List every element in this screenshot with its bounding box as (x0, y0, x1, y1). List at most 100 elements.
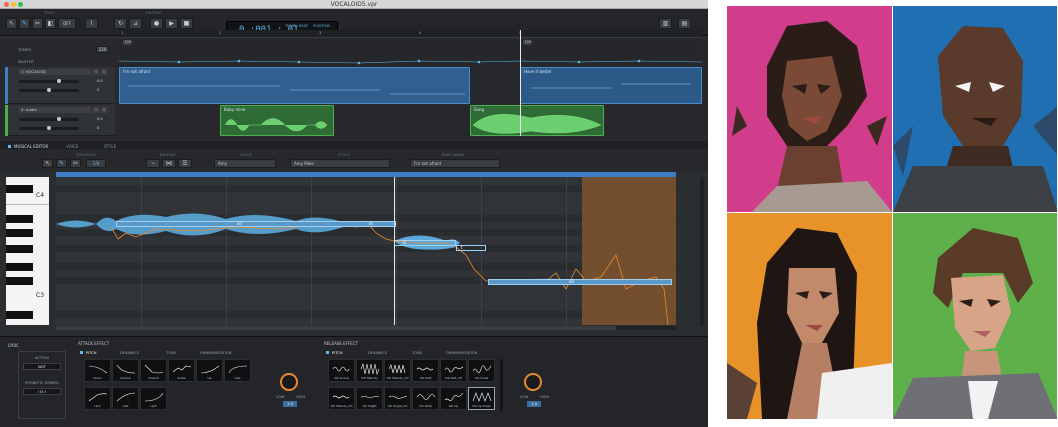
volume-slider-handle[interactable] (57, 79, 61, 83)
piano-keyboard[interactable]: C4 C3 (6, 177, 49, 325)
black-key[interactable] (6, 185, 33, 193)
audio-track-header[interactable]: 2: Audio M S 0.0 0 (5, 105, 115, 136)
record-button[interactable]: ● (150, 18, 163, 29)
attack-tab-ornamentation[interactable]: ORNAMENTATION (200, 351, 231, 355)
timeline-ruler[interactable]: 1 2 3 4 5 (119, 30, 702, 38)
pan-value[interactable]: 0 (97, 88, 99, 92)
black-key[interactable] (6, 277, 33, 285)
pan-value[interactable]: 0 (97, 126, 99, 130)
solo-button[interactable]: S (101, 69, 107, 75)
metronome-button[interactable]: ⊿ (129, 18, 142, 29)
track-name[interactable]: 2: Audio (19, 107, 91, 113)
solo-button[interactable]: S (101, 107, 107, 113)
loop-button[interactable]: ↻ (114, 18, 127, 29)
black-key[interactable] (6, 245, 33, 253)
release-depth-knob[interactable] (524, 373, 542, 391)
black-key[interactable] (6, 311, 33, 319)
attack-preset[interactable]: Down3 (140, 359, 167, 382)
tempo-track-value[interactable]: 120 (96, 46, 109, 53)
attack-preset[interactable]: Up5 (140, 387, 167, 410)
attack-preset[interactable]: Down (84, 359, 111, 382)
note[interactable]: all m (116, 221, 396, 227)
audio-track-lane[interactable] (119, 105, 702, 136)
release-preset[interactable]: Vib Scoop (328, 359, 355, 382)
release-preset[interactable]: Vib Slight_Ctl (384, 387, 411, 410)
pan-slider-handle[interactable] (47, 126, 51, 130)
voice-select[interactable]: Amy (214, 159, 276, 168)
pointer-tool-button[interactable]: ↖ (6, 18, 17, 29)
audio-part[interactable]: Song (470, 105, 604, 136)
black-key[interactable] (6, 263, 33, 271)
vocal-part[interactable]: Have it better (520, 67, 702, 104)
vocal-track-header[interactable]: 1: VOCALOID M S 0.0 0 (5, 67, 115, 104)
volume-slider[interactable] (19, 118, 79, 121)
editor-pointer-button[interactable]: ↖ (42, 159, 53, 168)
snap-button[interactable]: ⌇ (85, 18, 98, 29)
pitch-mode-button[interactable]: ⌁ (146, 159, 160, 168)
editor-playhead[interactable] (394, 177, 395, 325)
pan-slider-handle[interactable] (47, 88, 51, 92)
release-tab-pitch[interactable]: PITCH (332, 351, 342, 355)
note-mode-button[interactable]: ⋈ (162, 159, 176, 168)
black-key[interactable] (6, 215, 33, 223)
playhead[interactable] (520, 30, 521, 136)
release-preset[interactable]: Vib Scale (468, 359, 495, 382)
attack-knob-value[interactable]: 1.0 (283, 401, 297, 407)
volume-slider-handle[interactable] (57, 117, 61, 121)
volume-value[interactable]: 0.0 (97, 79, 103, 83)
release-preset-selected[interactable]: Vib Up Down (468, 387, 495, 410)
release-preset[interactable]: Vib Soft_Ctl (440, 359, 467, 382)
stop-button[interactable]: ■ (180, 18, 193, 29)
lyric-input[interactable]: NOT (23, 363, 61, 370)
release-preset[interactable]: Vib Up (440, 387, 467, 410)
grid-select[interactable]: 1/8 (86, 159, 106, 168)
attack-preset[interactable]: Up2 (224, 359, 251, 382)
audio-part[interactable]: Baby mine (220, 105, 334, 136)
volume-slider[interactable] (19, 80, 79, 83)
release-preset[interactable]: Vib Melody (356, 359, 383, 382)
scissors-tool-button[interactable]: ✂ (32, 18, 43, 29)
tab-musical-editor[interactable]: MUSICAL EDITOR (14, 144, 48, 149)
mute-button[interactable]: M (93, 69, 99, 75)
note[interactable]: t (456, 245, 486, 251)
attack-tab-tone[interactable]: TONE (166, 351, 176, 355)
note[interactable]: G (394, 240, 456, 246)
vertical-scrollbar[interactable] (700, 177, 704, 325)
tab-style[interactable]: STYLE (104, 144, 116, 149)
attack-preset[interactable]: Up4 (112, 387, 139, 410)
tempo-lane[interactable]: 120 120 (119, 39, 702, 67)
attack-preset[interactable]: Up3 (84, 387, 111, 410)
release-tab-ornamentation[interactable]: ORNAMENTATION (446, 351, 477, 355)
eraser-tool-button[interactable]: ◧ (45, 18, 56, 29)
release-preset[interactable]: Vib Wide (412, 387, 439, 410)
release-preset[interactable]: Vib Soft (412, 359, 439, 382)
track-name[interactable]: 1: VOCALOID (19, 69, 91, 75)
phonetic-input[interactable]: l O: l (23, 388, 61, 395)
mute-button[interactable]: M (93, 107, 99, 113)
release-preset[interactable]: Vib Melody_Ctl (328, 387, 355, 410)
release-preset[interactable]: Vib Slight (356, 387, 383, 410)
piano-roll-grid[interactable]: all m G t all (56, 177, 676, 325)
quantize-select[interactable]: OFF (58, 18, 76, 29)
browser-button[interactable]: ▤ (678, 18, 691, 29)
play-button[interactable]: ▶ (165, 18, 178, 29)
attack-preset[interactable]: Down2 (112, 359, 139, 382)
attack-tab-dynamics[interactable]: DYNAMICS (120, 351, 139, 355)
volume-value[interactable]: 0.0 (97, 117, 103, 121)
style-select[interactable]: Amy Male (290, 159, 390, 168)
editor-pencil-button[interactable]: ✎ (56, 159, 67, 168)
release-tab-dynamics[interactable]: DYNAMICS (368, 351, 387, 355)
attack-depth-knob[interactable] (280, 373, 298, 391)
note[interactable]: all (488, 279, 672, 285)
list-mode-button[interactable]: ☰ (178, 159, 192, 168)
pencil-tool-button[interactable]: ✎ (19, 18, 30, 29)
release-knob-value[interactable]: 1.0 (527, 401, 541, 407)
release-preset[interactable]: Vib Melody_Ctl (384, 359, 411, 382)
editor-scissors-button[interactable]: ✂ (70, 159, 81, 168)
tab-voice[interactable]: VOICE (66, 144, 78, 149)
attack-tab-pitch[interactable]: PITCH (86, 351, 96, 355)
attack-preset[interactable]: Up (196, 359, 223, 382)
release-presets-scrollbar[interactable] (500, 359, 503, 411)
horizontal-scrollbar[interactable] (56, 326, 676, 330)
attack-preset[interactable]: Scale (168, 359, 195, 382)
